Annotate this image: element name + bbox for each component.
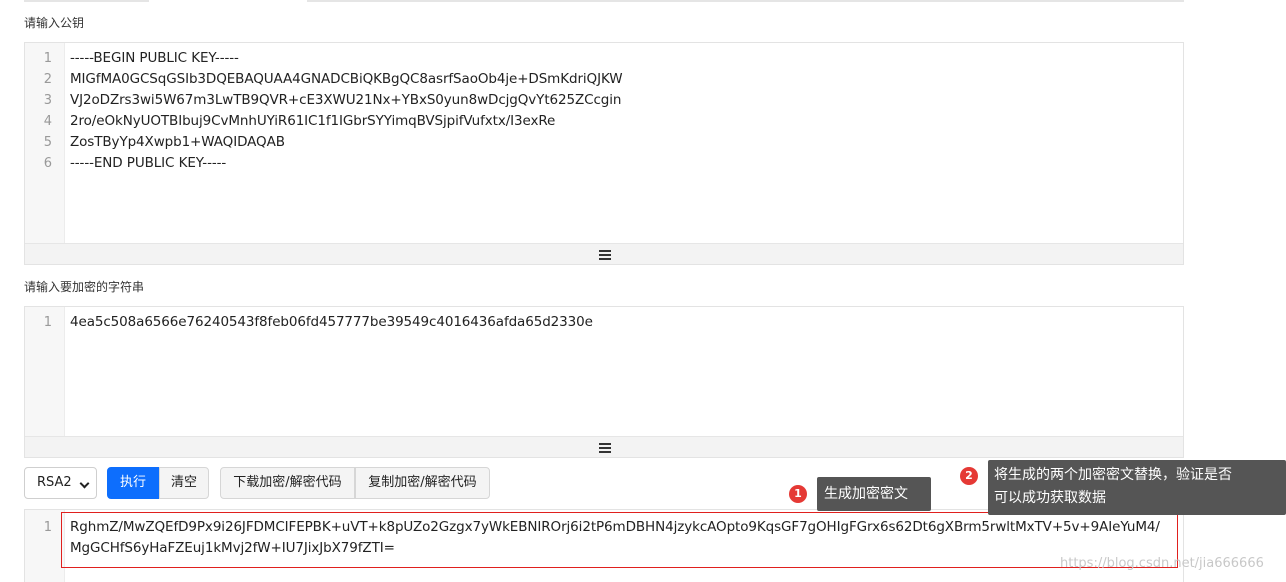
clear-button[interactable]: 清空 bbox=[159, 467, 209, 499]
annotation-line: 可以成功获取数据 bbox=[994, 490, 1106, 506]
active-tab-gap bbox=[149, 0, 307, 2]
algorithm-value: RSA2 bbox=[37, 475, 72, 490]
code-line: 6 -----END PUBLIC KEY----- bbox=[25, 153, 1183, 174]
code-text: 4ea5c508a6566e76240543f8feb06fd457777be3… bbox=[70, 314, 593, 330]
plaintext-editor[interactable]: 1 4ea5c508a6566e76240543f8feb06fd457777be… bbox=[24, 306, 1184, 458]
drag-handle-icon bbox=[599, 443, 611, 453]
code-line: 4 2ro/eOkNyUOTBIbuj9CvMnhUYiR61IC1f1IGbrS… bbox=[25, 111, 1183, 132]
tab-underline bbox=[24, 0, 1184, 2]
code-text: -----END PUBLIC KEY----- bbox=[70, 155, 227, 171]
plaintext-label: 请输入要加密的字符串 bbox=[24, 280, 145, 294]
copy-code-button[interactable]: 复制加密/解密代码 bbox=[355, 467, 490, 499]
annotation-line: 将生成的两个加密密文替换，验证是否 bbox=[994, 467, 1232, 483]
line-number: 6 bbox=[43, 156, 52, 171]
code-text: -----BEGIN PUBLIC KEY----- bbox=[70, 50, 239, 66]
line-number: 2 bbox=[43, 72, 52, 87]
annotation-badge-1: 1 bbox=[789, 485, 807, 503]
download-code-button[interactable]: 下载加密/解密代码 bbox=[220, 467, 355, 499]
code-text: MIGfMA0GCSqGSIb3DQEBAQUAA4GNADCBiQKBgQC8… bbox=[70, 71, 623, 87]
code-line: 1 4ea5c508a6566e76240543f8feb06fd457777be… bbox=[25, 312, 1183, 333]
line-number: 1 bbox=[43, 315, 52, 330]
line-number: 1 bbox=[43, 520, 52, 535]
chevron-down-icon bbox=[79, 478, 90, 489]
code-text: VJ2oDZrs3wi5W67m3LwTB9QVR+cE3XWU21Nx+YBx… bbox=[70, 92, 622, 108]
code-line: 3 VJ2oDZrs3wi5W67m3LwTB9QVR+cE3XWU21Nx+YB… bbox=[25, 90, 1183, 111]
public-key-label: 请输入公钥 bbox=[24, 16, 85, 30]
drag-handle-icon bbox=[599, 250, 611, 260]
line-number: 3 bbox=[43, 93, 52, 108]
editor-resize-handle[interactable] bbox=[25, 436, 1183, 457]
code-text: ZosTByYp4Xwpb1+WAQIDAQAB bbox=[70, 134, 285, 150]
editor-resize-handle[interactable] bbox=[25, 243, 1183, 264]
annotation-tooltip-2: 将生成的两个加密密文替换，验证是否 可以成功获取数据 bbox=[988, 460, 1286, 515]
line-number: 1 bbox=[43, 51, 52, 66]
line-number: 5 bbox=[43, 135, 52, 150]
line-number: 4 bbox=[43, 114, 52, 129]
annotation-tooltip-1: 生成加密密文 bbox=[817, 477, 931, 511]
execute-button[interactable]: 执行 bbox=[107, 467, 159, 499]
code-text: 2ro/eOkNyUOTBIbuj9CvMnhUYiR61IC1f1IGbrSY… bbox=[70, 113, 556, 129]
public-key-editor[interactable]: 1 -----BEGIN PUBLIC KEY----- 2 MIGfMA0GCSq… bbox=[24, 42, 1184, 265]
code-line: 2 MIGfMA0GCSqGSIb3DQEBAQUAA4GNADCBiQKBgQC… bbox=[25, 69, 1183, 90]
ciphertext-highlight bbox=[61, 512, 1178, 568]
code-line: 5 ZosTByYp4Xwpb1+WAQIDAQAB bbox=[25, 132, 1183, 153]
algorithm-select[interactable]: RSA2 bbox=[24, 467, 97, 499]
watermark: https://blog.csdn.net/jia666666 bbox=[1060, 556, 1264, 571]
annotation-badge-2: 2 bbox=[960, 467, 978, 485]
code-line: 1 -----BEGIN PUBLIC KEY----- bbox=[25, 48, 1183, 69]
